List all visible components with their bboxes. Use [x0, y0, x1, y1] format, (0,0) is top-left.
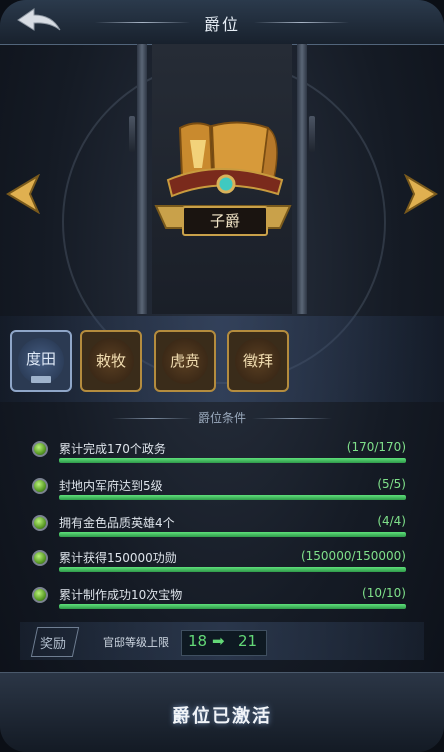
reward-arrow-icon: ➡: [212, 632, 225, 650]
rank-tab-dutian[interactable]: 度田: [10, 330, 72, 392]
progress-fill: [59, 604, 406, 609]
rank-tab-label: 敕牧: [88, 338, 134, 384]
tassel-right: [309, 116, 315, 152]
condition-progress-text: (5/5): [377, 477, 406, 491]
complete-check-icon: [32, 587, 48, 603]
tassel-left: [129, 116, 135, 152]
rank-tab-huben[interactable]: 虎贲: [154, 330, 216, 392]
reward-from-value: 18: [188, 632, 208, 650]
condition-row: 累计获得150000功勋 (150000/150000): [30, 548, 410, 578]
prev-rank-arrow-icon[interactable]: [4, 174, 40, 214]
progress-fill: [59, 567, 406, 572]
reward-to-value: 21: [238, 632, 258, 650]
complete-check-icon: [32, 550, 48, 566]
condition-row: 累计制作成功10次宝物 (10/10): [30, 585, 410, 615]
next-rank-arrow-icon[interactable]: [404, 174, 440, 214]
page-title: 爵位: [203, 15, 240, 34]
progress-fill: [59, 495, 406, 500]
condition-row: 封地内军府达到5级 (5/5): [30, 476, 410, 506]
conditions-header: 爵位条件: [197, 411, 246, 425]
rank-name-plate: 子爵: [182, 206, 268, 236]
complete-check-icon: [32, 515, 48, 531]
complete-check-icon: [32, 441, 48, 457]
activated-status: 爵位已激活: [172, 706, 272, 727]
condition-progress-text: (10/10): [362, 586, 406, 600]
rank-tab-label: 徵拜: [235, 338, 281, 384]
complete-check-icon: [32, 478, 48, 494]
header-bar: 爵位: [0, 0, 444, 45]
condition-progress-bar: [59, 532, 406, 537]
rank-tab-chimu[interactable]: 敕牧: [80, 330, 142, 392]
reward-description: 官邸等级上限: [103, 636, 169, 649]
conditions-divider-right: [252, 418, 332, 419]
rank-tab-zhengbai[interactable]: 徵拜: [227, 330, 289, 392]
reward-label: 奖励: [40, 637, 67, 652]
rank-screen: 爵位 子爵 度田 敕牧 虎贲 徵拜 爵位条件 累计完成170个政务 (170/1…: [0, 0, 444, 752]
condition-text: 累计获得150000功勋: [59, 551, 177, 565]
condition-text: 拥有金色品质英雄4个: [59, 516, 175, 530]
title-divider-right: [254, 22, 349, 23]
rank-tab-label: 虎贲: [162, 338, 208, 384]
condition-progress-text: (4/4): [377, 514, 406, 528]
condition-progress-bar: [59, 495, 406, 500]
progress-fill: [59, 458, 406, 463]
condition-progress-bar: [59, 458, 406, 463]
condition-text: 累计制作成功10次宝物: [59, 588, 183, 602]
pillar-right: [297, 44, 307, 314]
condition-progress-bar: [59, 604, 406, 609]
condition-progress-text: (150000/150000): [300, 549, 406, 563]
pillar-left: [137, 44, 147, 314]
condition-row: 拥有金色品质英雄4个 (4/4): [30, 513, 410, 543]
condition-text: 封地内军府达到5级: [59, 479, 163, 493]
condition-row: 累计完成170个政务 (170/170): [30, 439, 410, 469]
condition-progress-bar: [59, 567, 406, 572]
progress-fill: [59, 532, 406, 537]
condition-text: 累计完成170个政务: [59, 442, 166, 456]
current-rank-marker-icon: [31, 376, 51, 383]
condition-progress-text: (170/170): [346, 440, 406, 454]
